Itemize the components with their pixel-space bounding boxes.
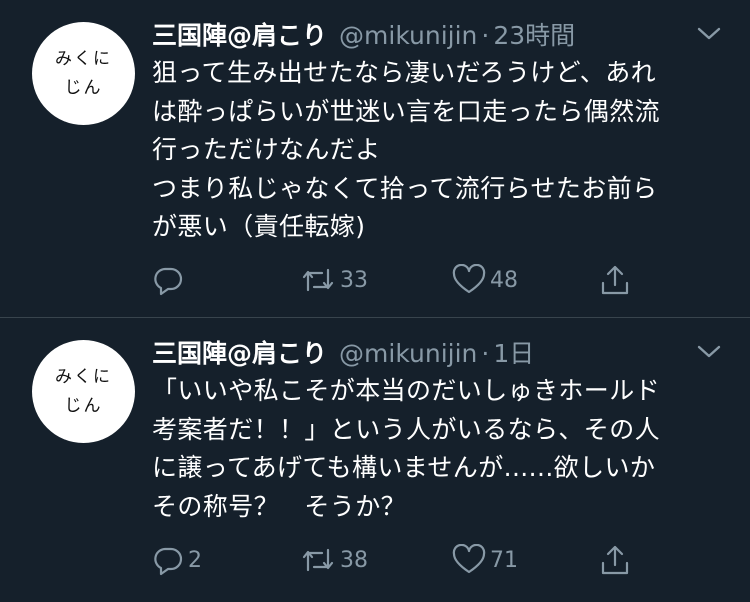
like-count: 48	[490, 267, 518, 293]
tweet-text: 「いいや私こそが本当のだいしゅきホールド 考案者だ！！」という人がいるなら、その…	[152, 372, 727, 526]
tweet-line: が悪い（責任転嫁)	[152, 212, 366, 241]
tweet-header: 三国陣@肩こり @mikunijin · 23時間	[152, 16, 575, 56]
like-button[interactable]: 48	[452, 260, 518, 300]
chevron-down-icon[interactable]	[695, 342, 723, 362]
reply-button[interactable]	[152, 260, 188, 300]
display-name[interactable]: 三国陣@肩こり	[152, 334, 327, 370]
tweet-line: は酔っぱらいが世迷い言を口走ったら偶然流	[152, 96, 661, 126]
chevron-down-icon[interactable]	[695, 24, 723, 44]
like-icon	[452, 264, 486, 296]
like-icon	[452, 544, 486, 576]
like-button[interactable]: 71	[452, 540, 518, 580]
reply-icon	[152, 544, 184, 576]
tweet-line: 狙って生み出せたなら凄いだろうけど、あれ	[152, 58, 657, 87]
timestamp[interactable]: 23時間	[493, 16, 575, 52]
tweet[interactable]: みくに じん 三国陣@肩こり @mikunijin · 1日 「いいや私こそが本…	[0, 318, 750, 602]
share-button[interactable]	[598, 540, 632, 580]
retweet-icon	[300, 264, 336, 296]
tweet-text: 狙って生み出せたなら凄いだろうけど、あれ は酔っぱらいが世迷い言を口走ったら偶然…	[152, 54, 727, 247]
reply-icon	[152, 264, 184, 296]
avatar-text: みくに じん	[55, 366, 112, 416]
like-count: 71	[490, 547, 518, 573]
user-handle[interactable]: @mikunijin	[339, 21, 477, 50]
avatar[interactable]: みくに じん	[32, 22, 135, 125]
retweet-button[interactable]: 33	[300, 260, 368, 300]
retweet-icon	[300, 544, 336, 576]
tweet-line: に譲ってあげても構いませんが......欲しいか	[152, 453, 656, 482]
tweet-line: 行っただけなんだよ	[152, 135, 381, 164]
tweet-actions: 2 38 71	[152, 540, 672, 580]
tweet-line: その称号？ そうか？	[152, 491, 407, 521]
tweet-line: 考案者だ！！」という人がいるなら、その人	[152, 414, 661, 444]
tweet-line: つまり私じゃなくて拾って流行らせたお前ら	[152, 173, 658, 203]
share-icon	[598, 543, 632, 577]
retweet-count: 38	[340, 547, 368, 573]
separator-dot: ·	[481, 21, 490, 50]
avatar-text: みくに じん	[55, 48, 112, 98]
share-button[interactable]	[598, 260, 632, 300]
display-name[interactable]: 三国陣@肩こり	[152, 16, 327, 52]
retweet-count: 33	[340, 267, 368, 293]
tweet-header: 三国陣@肩こり @mikunijin · 1日	[152, 334, 534, 374]
separator-dot: ·	[481, 339, 490, 368]
reply-count: 2	[188, 547, 202, 573]
timestamp[interactable]: 1日	[493, 334, 534, 370]
share-icon	[598, 263, 632, 297]
reply-button[interactable]: 2	[152, 540, 202, 580]
tweet-actions: 33 48	[152, 260, 672, 300]
tweet-line: 「いいや私こそが本当のだいしゅきホールド	[152, 376, 661, 405]
avatar[interactable]: みくに じん	[32, 340, 135, 443]
retweet-button[interactable]: 38	[300, 540, 368, 580]
user-handle[interactable]: @mikunijin	[339, 339, 477, 368]
tweet[interactable]: みくに じん 三国陣@肩こり @mikunijin · 23時間 狙って生み出せ…	[0, 0, 750, 318]
